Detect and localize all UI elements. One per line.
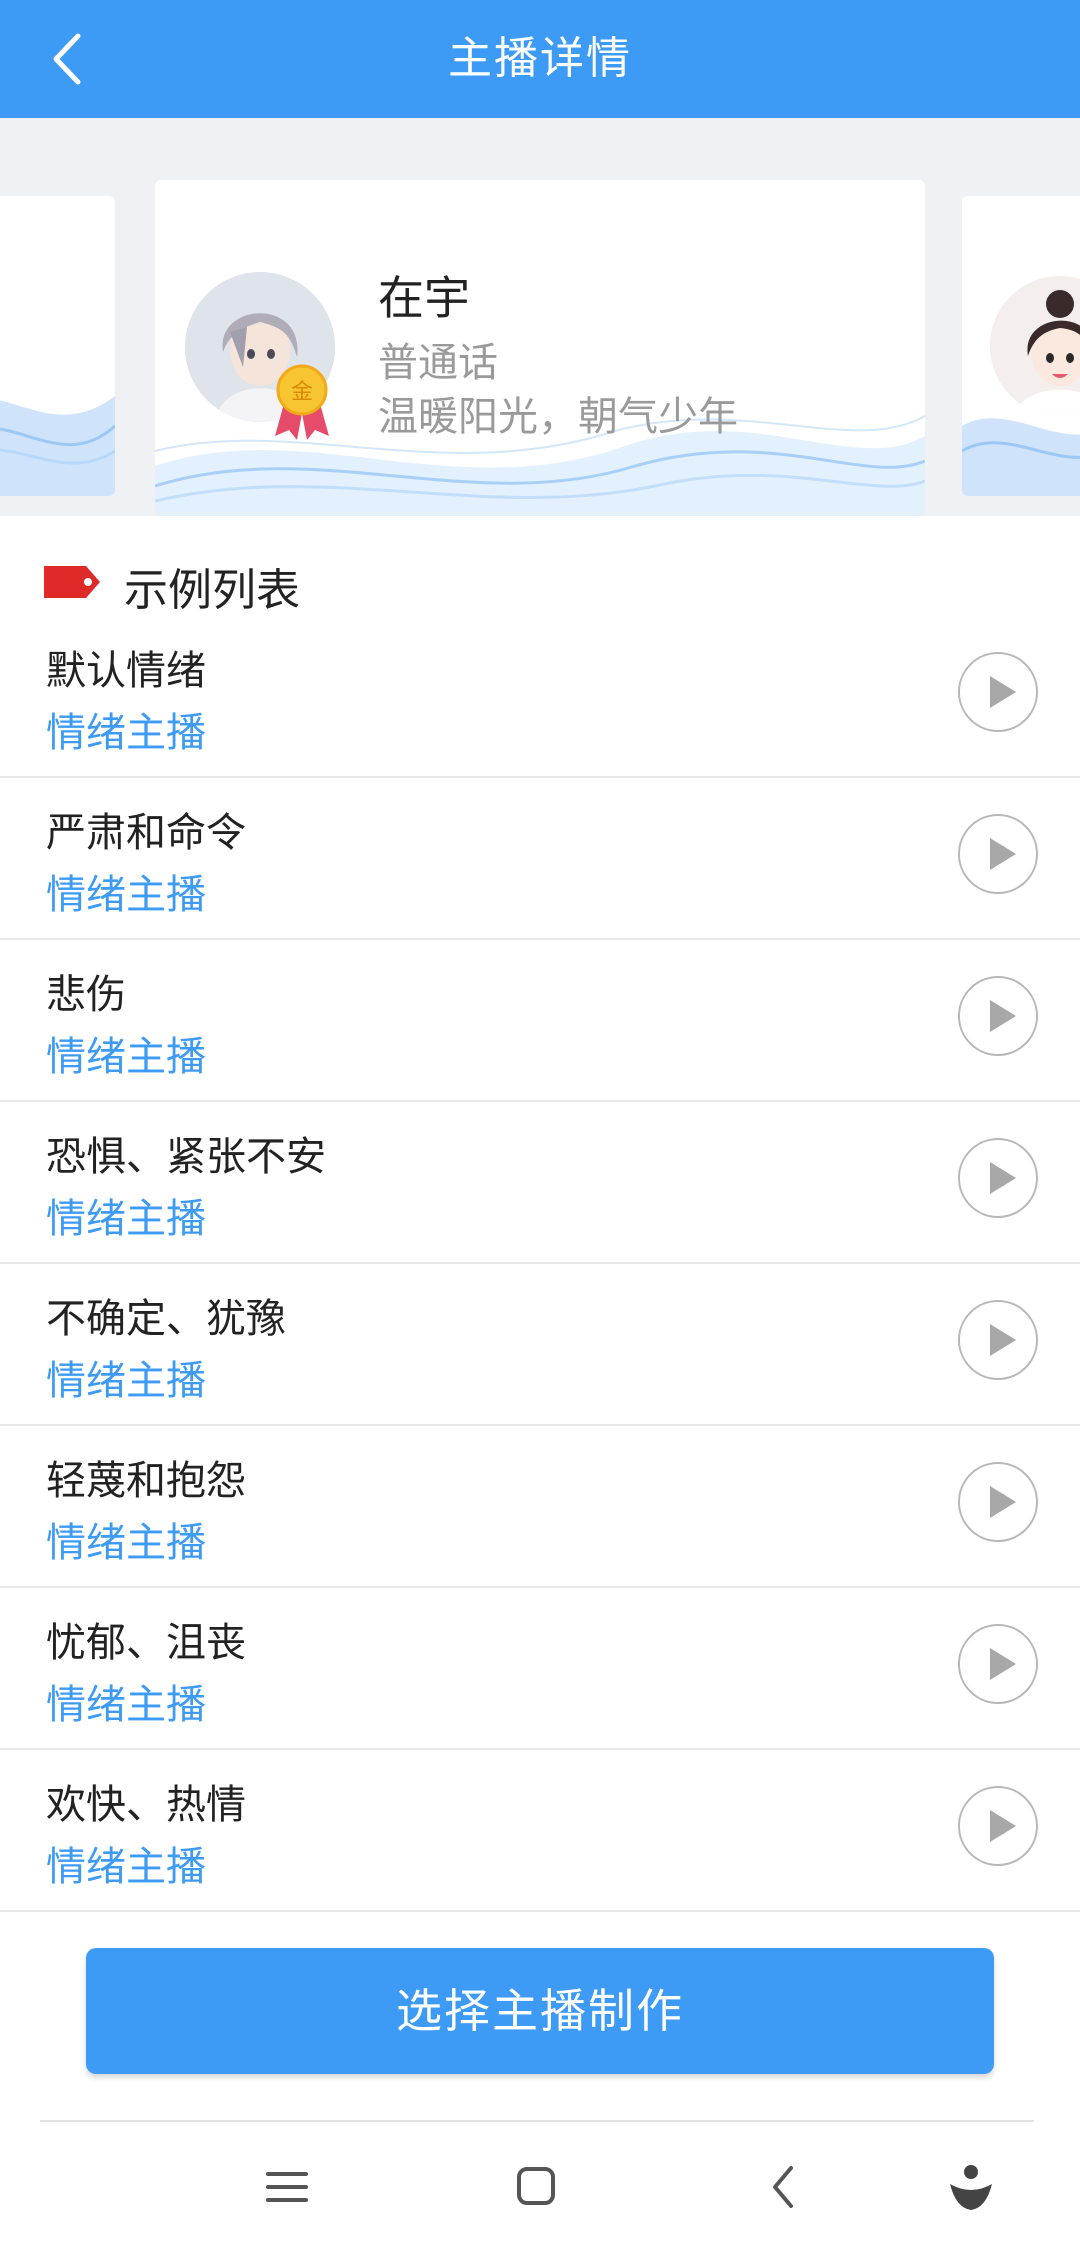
list-item[interactable]: 严肃和命令 情绪主播 [0, 778, 1080, 940]
list-item[interactable]: 默认情绪 情绪主播 [0, 616, 1080, 778]
sample-type: 情绪主播 [46, 1359, 206, 1403]
sample-type: 情绪主播 [46, 1035, 206, 1079]
sample-type: 情绪主播 [46, 711, 206, 755]
sample-name: 不确定、犹豫 [46, 1297, 286, 1341]
sample-name: 忧郁、沮丧 [46, 1621, 246, 1665]
menu-icon[interactable] [252, 2152, 322, 2222]
anchor-name: 在宇 [378, 272, 470, 324]
play-icon[interactable] [958, 1624, 1038, 1704]
sample-name: 轻蔑和抱怨 [46, 1459, 246, 1503]
medal-text: 金 [291, 380, 313, 405]
anchor-language: 普通话 [378, 341, 498, 385]
list-item[interactable]: 不确定、犹豫 情绪主播 [0, 1264, 1080, 1426]
anchor-carousel[interactable]: 金 在宇 普通话 温暖阳光，朝气少年 [0, 118, 1080, 516]
gold-medal-icon: 金 [275, 364, 329, 440]
back-chevron-icon[interactable] [749, 2152, 819, 2222]
wave-decoration [0, 396, 115, 496]
sample-name: 严肃和命令 [46, 811, 246, 855]
section-title: 示例列表 [124, 566, 300, 615]
sample-type: 情绪主播 [46, 873, 206, 917]
list-item[interactable]: 欢快、热情 情绪主播 [0, 1750, 1080, 1912]
page-title: 主播详情 [448, 34, 632, 83]
list-item[interactable]: 轻蔑和抱怨 情绪主播 [0, 1426, 1080, 1588]
play-icon[interactable] [958, 1138, 1038, 1218]
home-square-icon[interactable] [501, 2152, 571, 2222]
sample-list-header: 示例列表 [0, 516, 1080, 616]
top-bar: 主播详情 [0, 0, 1080, 118]
list-item[interactable]: 忧郁、沮丧 情绪主播 [0, 1588, 1080, 1750]
play-icon[interactable] [958, 652, 1038, 732]
play-icon[interactable] [958, 1462, 1038, 1542]
sample-list: 默认情绪 情绪主播 严肃和命令 情绪主播 悲伤 情绪主播 恐惧、紧张不安 情绪主… [0, 616, 1080, 1912]
sample-type: 情绪主播 [46, 1683, 206, 1727]
sample-type: 情绪主播 [46, 1521, 206, 1565]
sample-type: 情绪主播 [46, 1197, 206, 1241]
play-icon[interactable] [958, 1786, 1038, 1866]
sample-name: 悲伤 [46, 973, 126, 1017]
anchor-card-next[interactable] [962, 196, 1080, 496]
sample-name: 恐惧、紧张不安 [46, 1135, 326, 1179]
play-icon[interactable] [958, 976, 1038, 1056]
select-anchor-button[interactable]: 选择主播制作 [86, 1948, 994, 2074]
play-icon[interactable] [958, 814, 1038, 894]
anchor-description: 温暖阳光，朝气少年 [378, 395, 738, 439]
anchor-card-current[interactable]: 金 在宇 普通话 温暖阳光，朝气少年 [155, 180, 925, 516]
anchor-card-prev[interactable] [0, 196, 115, 496]
play-icon[interactable] [958, 1300, 1038, 1380]
list-item[interactable]: 恐惧、紧张不安 情绪主播 [0, 1102, 1080, 1264]
sample-name: 默认情绪 [46, 649, 206, 693]
sample-type: 情绪主播 [46, 1845, 206, 1889]
sample-name: 欢快、热情 [46, 1783, 246, 1827]
system-nav-bar [0, 2122, 1080, 2251]
assistant-icon[interactable] [936, 2152, 1006, 2222]
list-item[interactable]: 悲伤 情绪主播 [0, 940, 1080, 1102]
tag-icon [44, 566, 100, 598]
